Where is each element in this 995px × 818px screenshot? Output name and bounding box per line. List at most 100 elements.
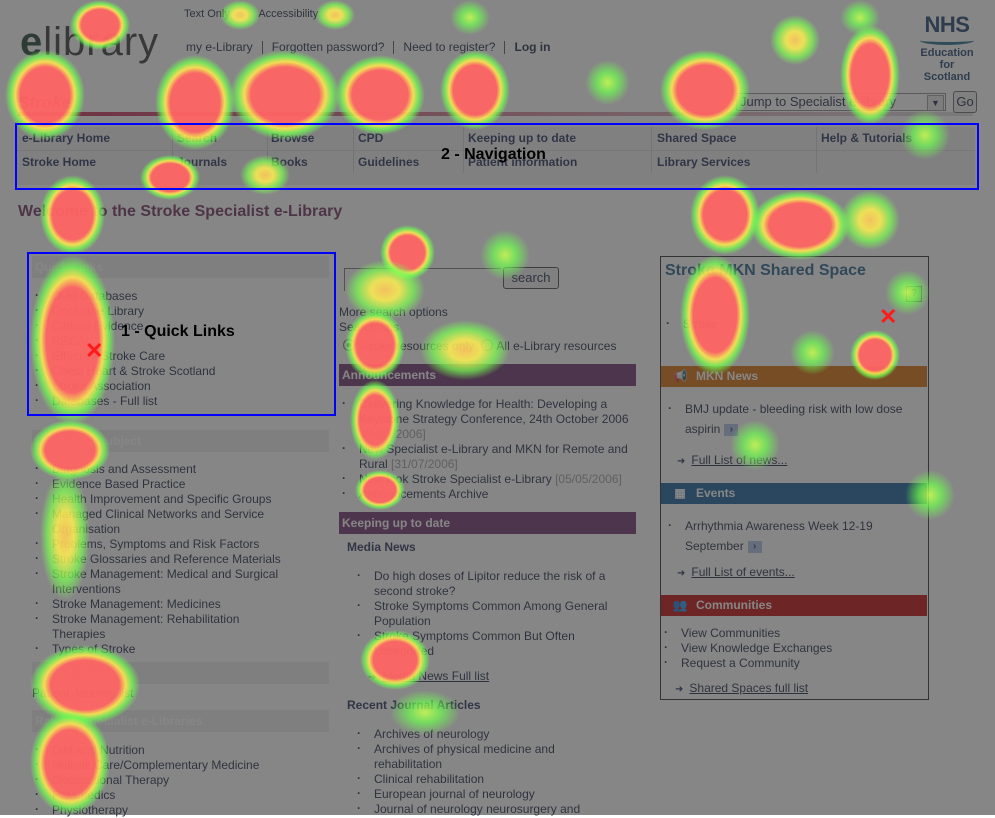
radio-all-elibrary[interactable] [481,339,494,351]
subject-link[interactable]: Stroke Management: Medicines [32,596,292,612]
chevron-right-icon[interactable]: › [747,541,762,553]
announcements-archive-link[interactable]: Announcements Archive [339,486,636,502]
announcement-item[interactable]: New look Stroke Specialist e-Library [05… [339,471,636,487]
section-underline [18,112,973,116]
subject-link[interactable]: Types of Stroke [32,641,292,657]
media-news-item[interactable]: Do high doses of Lipitor reduce the risk… [354,568,624,599]
arrow-right-icon: ➜ [677,568,686,579]
register-link[interactable]: Need to register? [403,40,495,54]
jump-to-specialist-select[interactable]: Jump to Specialist e-library ▼ [736,93,946,111]
journal-item[interactable]: Clinical rehabilitation [354,771,614,787]
journal-item[interactable]: Archives of neurology [354,726,614,742]
community-link[interactable]: View Communities [661,625,911,641]
elibrary-logo[interactable]: elibrary [20,20,159,65]
shared-spaces-list: Stroke [663,316,863,332]
radio-stroke-only[interactable] [343,339,355,351]
browse-by-subject-header: Browse by subject [32,430,329,452]
divider [393,41,395,55]
more-search-options-link[interactable]: More search options [339,305,448,319]
nhs-logo-line: Scotland [923,71,971,83]
media-news-item[interactable]: Stroke Symptoms Common Among General Pop… [354,598,624,629]
divider [261,41,263,55]
community-link[interactable]: View Knowledge Exchanges [661,640,911,656]
text-only-link[interactable]: Text Only [184,8,230,20]
shared-spaces-full-list-link[interactable]: ➜ Shared Spaces full list [675,681,808,695]
related-elibraries-header: Related Specialist e-Libraries [32,710,329,732]
go-button[interactable]: Go [953,91,977,113]
chevron-down-icon[interactable]: ▼ [927,95,944,111]
nhs-logo-line: Education [920,47,974,59]
heatmap-spot [770,15,820,65]
search-button[interactable]: search [503,267,559,289]
subject-link[interactable]: Managed Clinical Networks and Service Or… [32,506,292,537]
browse-subject-list: Diagnosis and Assessment Evidence Based … [32,461,292,657]
subject-link[interactable]: Stroke Management: Medical and Surgical … [32,566,292,597]
news-item[interactable]: BMJ update - bleeding risk with low dose… [665,398,915,439]
full-list-news-link[interactable]: ➜ Full List of news... [677,453,787,467]
related-link[interactable]: Paramedics [32,787,329,803]
subject-link[interactable]: Evidence Based Practice [32,476,292,492]
jump-select-value: Jump to Specialist e-library [740,94,897,109]
fixation-x-marker: ✕ [879,304,898,329]
journal-articles-list: Archives of neurology Archives of physic… [354,726,614,817]
search-scope-radios: Stroke resources only All e-Library reso… [343,339,616,353]
patient-journey-header: Patient Journey [32,662,329,684]
heatmap-spot [660,50,750,130]
help-icon[interactable]: ? [906,286,922,302]
subject-link[interactable]: Diagnosis and Assessment [32,461,292,477]
journal-item[interactable]: Archives of physical medicine and rehabi… [354,741,614,772]
search-tips-link[interactable]: Search tips [339,320,399,334]
announcements-list: Delivering Knowledge for Health: Develop… [339,396,636,502]
radio-stroke-label[interactable]: Stroke resources only [358,339,474,353]
subject-link[interactable]: Health Improvement and Specific Groups [32,491,292,507]
radio-all-label[interactable]: All e-Library resources [496,339,616,353]
chevron-right-icon[interactable]: › [724,424,739,436]
related-link[interactable]: Physiotherapy [32,802,329,818]
mkn-news-band: 📢 MKN News [661,366,927,387]
subject-link[interactable]: Problems, Symptoms and Risk Factors [32,536,292,552]
related-link[interactable]: Holistic Care/Complementary Medicine [32,757,329,773]
journal-item[interactable]: European journal of neurology [354,786,614,802]
related-link[interactable]: Occupational Therapy [32,772,329,788]
arrow-right-icon: ➜ [675,684,684,695]
communities-band: 👥 Communities [661,595,927,616]
patient-journey-link[interactable]: Patient Journey list [32,686,133,700]
announcements-header: Announcements [339,364,636,386]
divider [504,41,506,55]
events-band: ▦ Events [661,483,927,504]
subject-link[interactable]: Stroke Management: Rehabilitation Therap… [32,611,292,642]
section-title: Stroke [18,93,71,112]
full-list-events-link[interactable]: ➜ Full List of events... [677,565,795,579]
fixation-x-marker: ✕ [85,338,104,363]
community-link[interactable]: Request a Community [661,655,911,671]
events-list: Arrhythmia Awareness Week 12-19 Septembe… [665,515,895,556]
arrow-right-icon: ➜ [368,672,377,683]
shared-space-item[interactable]: Stroke [663,316,863,332]
mkn-title[interactable]: Stroke MKN Shared Space [665,262,866,280]
related-link[interactable]: Diet and Nutrition [32,742,329,758]
announcement-item[interactable]: New Specialist e-Library and MKN for Rem… [339,441,636,472]
people-icon: 👥 [672,598,688,612]
subject-link[interactable]: Stroke Glossaries and Reference Material… [32,551,292,567]
announcement-item[interactable]: Delivering Knowledge for Health: Develop… [339,396,636,442]
search-input[interactable] [344,268,501,291]
accessibility-link[interactable]: Accessibility [258,8,318,20]
my-elibrary-link[interactable]: my e-Library [186,40,253,54]
arrow-right-icon: ➜ [677,456,686,467]
nhs-education-scotland-logo[interactable]: NHS Education for Scotland [916,14,978,83]
heatmap-spot [840,0,880,35]
user-links: my e-Library Forgotten password? Need to r… [186,40,550,55]
login-link[interactable]: Log in [514,40,550,54]
related-elibraries-list: Diet and Nutrition Holistic Care/Complem… [32,742,329,818]
forgotten-password-link[interactable]: Forgotten password? [272,40,385,54]
mkn-news-list: BMJ update - bleeding risk with low dose… [665,398,915,439]
heatmap-spot [840,190,900,250]
nhs-wave-icon [920,36,974,45]
event-item[interactable]: Arrhythmia Awareness Week 12-19 Septembe… [665,515,895,556]
recent-journal-articles-heading: Recent Journal Articles [347,698,481,712]
megaphone-icon: 📢 [672,369,688,383]
media-news-heading: Media News [347,540,416,554]
media-news-full-list-link[interactable]: ➜ Media News Full list [368,669,489,683]
heatmap-spot [750,190,850,260]
media-news-item[interactable]: Stroke Symptoms Common But Often Unrepor… [354,628,624,659]
